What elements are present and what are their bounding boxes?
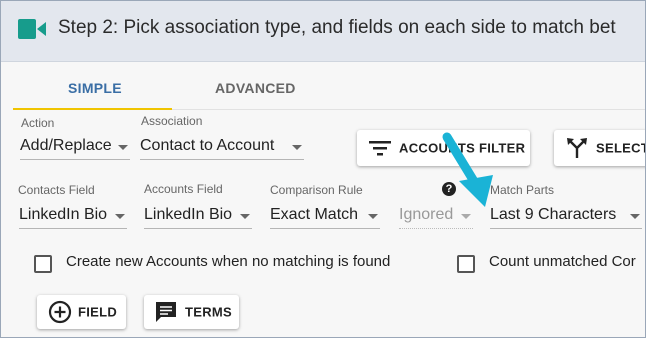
count-unmatched-checkbox[interactable] [457, 255, 475, 273]
association-select[interactable]: Contact to Account [140, 135, 304, 160]
action-label: Action [21, 116, 55, 130]
filter-icon [369, 141, 391, 156]
accounts-field-label: Accounts Field [144, 182, 223, 196]
comparison-rule-value: Exact Match [270, 206, 359, 223]
merge-icon [567, 138, 587, 158]
accounts-field-value: LinkedIn Bio [144, 206, 233, 223]
contacts-field-select[interactable]: LinkedIn Bio [19, 204, 127, 229]
add-field-button[interactable]: FIELD [37, 295, 126, 329]
chevron-down-icon [240, 214, 250, 219]
chevron-down-icon [461, 214, 471, 219]
dialog-frame: Step 2: Pick association type, and field… [0, 0, 646, 338]
terms-button[interactable]: TERMS [144, 295, 239, 329]
association-value: Contact to Account [140, 137, 275, 154]
chevron-down-icon [115, 214, 125, 219]
comment-icon [156, 302, 176, 322]
comparison-rule-label: Comparison Rule [270, 183, 363, 197]
select-button[interactable]: SELECT [554, 130, 646, 166]
action-value: Add/Replace [20, 137, 112, 154]
tab-active-indicator [13, 108, 172, 110]
chevron-down-icon [118, 145, 128, 150]
accounts-field-select[interactable]: LinkedIn Bio [144, 204, 252, 229]
count-unmatched-label: Count unmatched Cor [489, 253, 636, 270]
chevron-down-icon [630, 214, 640, 219]
comparison-rule-select[interactable]: Exact Match [270, 204, 380, 229]
chevron-down-icon [292, 145, 302, 150]
association-label: Association [141, 114, 203, 128]
chevron-down-icon [368, 214, 378, 219]
video-camera-icon [18, 19, 46, 44]
step-header: Step 2: Pick association type, and field… [1, 1, 645, 62]
match-parts-value: Last 9 Characters [490, 206, 617, 223]
select-button-label: SELECT [596, 140, 646, 156]
tab-simple[interactable]: SIMPLE [68, 80, 122, 96]
create-new-accounts-checkbox[interactable] [34, 255, 52, 273]
match-parts-select[interactable]: Last 9 Characters [490, 204, 642, 229]
add-field-label: FIELD [78, 304, 118, 320]
tab-advanced[interactable]: ADVANCED [215, 80, 296, 96]
step-title: Step 2: Pick association type, and field… [58, 17, 616, 38]
terms-label: TERMS [185, 304, 232, 320]
contacts-field-label: Contacts Field [18, 183, 95, 197]
add-circle-icon [48, 300, 72, 324]
annotation-arrow-icon [442, 132, 493, 207]
action-select[interactable]: Add/Replace [20, 135, 130, 160]
create-new-accounts-label: Create new Accounts when no matching is … [66, 253, 391, 270]
contacts-field-value: LinkedIn Bio [19, 206, 108, 223]
